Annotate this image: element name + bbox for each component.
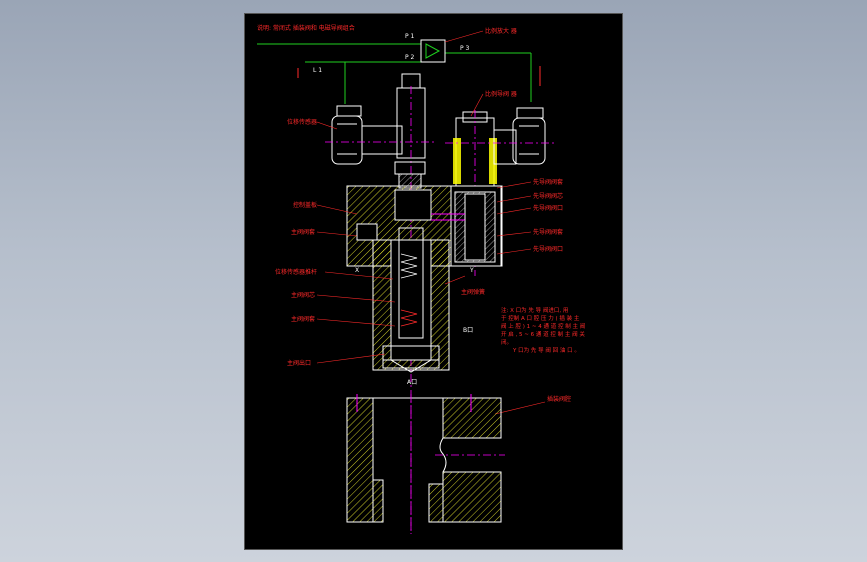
valve-cover-label: 控制盖板 [293,201,317,209]
pilot-valve-label: 比例导阀 器 [485,90,517,98]
port-x-label: X [355,267,359,274]
main-spool-seat-label: 主阀阀套 [291,228,315,236]
title-note: 说明: 常闭式 插装阀和 电磁导阀组合 [257,24,355,32]
hydraulic-valve-drawing: 说明: 常闭式 插装阀和 电磁导阀组合 P 1 P 2 P 3 L 1 比例放大… [257,24,585,534]
main-outlet-port-label: 主阀出口 [287,359,311,367]
note-line: 开 启 , 5 ~ 6 通 道 控 制 主 阀 关 [501,330,585,338]
signal-p3: P 3 [460,45,470,52]
position-sensor-label: 位移传感器 [287,118,317,126]
port-b-label: B口 [463,327,473,334]
cavity-label: 插装阀腔 [547,395,571,403]
note-line: 于 控制 A 口 腔 压 力 ( 插 装 主 [501,314,580,322]
amplifier-label: 比例放大 器 [485,27,517,35]
notes: 注: X 口为 先 导 阀进口, 用 于 控制 A 口 腔 压 力 ( 插 装 … [501,306,585,354]
right-label-1: 先导阀阀套 [533,178,563,186]
signal-p2: P 2 [405,54,415,61]
port-y-label: Y [469,267,474,274]
port-a-label: A口 [407,379,417,386]
right-label-4: 先导阀阀套 [533,228,563,236]
note-line: 注: X 口为 先 导 阀进口, 用 [501,306,568,314]
drawing-sheet: 说明: 常闭式 插装阀和 电磁导阀组合 P 1 P 2 P 3 L 1 比例放大… [244,13,623,550]
main-valve-sleeve-label: 主阀阀套 [291,315,315,323]
amplifier-symbol [420,39,446,63]
cartridge-valve [372,227,450,373]
note-line: 闭。 [501,338,512,346]
note-line: 阀 上 腔 ) 1 ~ 4 通 道 控 制 主 阀 [501,322,585,330]
right-label-3: 先导阀阀口 [533,204,563,212]
cavity-section [346,394,505,534]
main-spool-label: 主阀阀芯 [291,291,315,299]
sensor-rod-label: 位移传感器推杆 [275,268,317,276]
signal-p1: P 1 [405,33,415,40]
right-label-5: 先导阀阀口 [533,245,563,253]
signal-l1: L 1 [313,67,322,74]
spring-label: 主阀弹簧 [461,288,485,296]
right-label-2: 先导阀阀芯 [533,192,563,200]
note-line: Y 口为 先 导 阀 回 油 口 。 [512,346,580,354]
